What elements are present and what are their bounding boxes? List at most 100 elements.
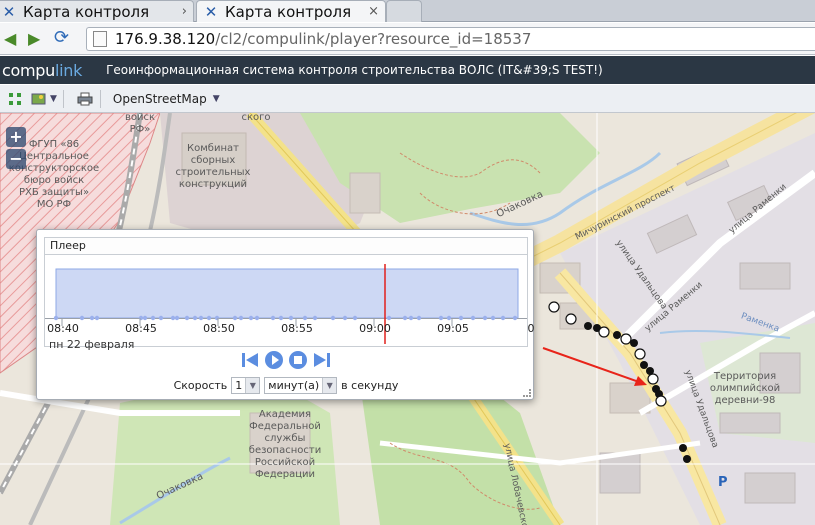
base-layer-select[interactable]: OpenStreetMap — [113, 92, 207, 106]
browser-navbar: ◀ ▶ ⟳ 176.9.38.120/cl2/compulink/player?… — [0, 23, 815, 55]
timeline-event-marker — [512, 315, 518, 321]
timeline-tick-label: 09:00 — [359, 322, 391, 335]
tab-title: Карта контроля — [23, 2, 150, 21]
toolbar-divider — [99, 89, 101, 108]
timeline-event-marker — [288, 315, 294, 321]
new-tab-button[interactable] — [386, 0, 422, 22]
timeline-event-marker — [278, 315, 284, 321]
speed-suffix: в секунду — [341, 378, 399, 392]
timeline-event-marker — [53, 315, 59, 321]
route-point-visited — [634, 348, 646, 360]
route-point-visited — [647, 373, 659, 385]
timeline-tick-label: 08:50 — [203, 322, 235, 335]
timeline-event-marker — [402, 315, 408, 321]
timeline-event-marker — [342, 315, 348, 321]
timeline-tick-label: 08:45 — [125, 322, 157, 335]
player-controls — [37, 349, 535, 371]
stop-icon[interactable] — [288, 350, 308, 370]
extent-icon[interactable] — [6, 90, 24, 108]
timeline-tick-label: 0 — [527, 322, 535, 335]
timeline-event-marker — [270, 315, 276, 321]
route-point-visited — [598, 326, 610, 338]
timeline-event-marker — [408, 315, 414, 321]
timeline-tick-label: 09:05 — [437, 322, 469, 335]
chevron-down-icon[interactable]: ▼ — [322, 377, 337, 393]
timeline-event-marker — [138, 315, 144, 321]
timeline-tick-label: 08:40 — [47, 322, 79, 335]
route-point-visited — [548, 301, 560, 313]
speed-row: Скорость 1 ▼ минут(а) ▼ в секунду — [37, 375, 535, 395]
speed-value-select[interactable]: 1 ▼ — [231, 376, 261, 394]
timeline-event-marker — [248, 315, 254, 321]
toolbar-divider — [62, 89, 64, 108]
print-icon[interactable] — [76, 90, 94, 108]
route-point-visited — [620, 333, 632, 345]
timeline-event-marker — [89, 315, 95, 321]
route-point — [584, 322, 592, 330]
app-header: compulink Геоинформационная система конт… — [0, 56, 815, 84]
play-icon[interactable] — [264, 350, 284, 370]
speed-label: Скорость — [173, 378, 228, 392]
timeline-event-marker — [482, 315, 488, 321]
timeline-event-marker — [330, 315, 336, 321]
route-point — [630, 339, 638, 347]
direction-arrow-line — [542, 347, 643, 384]
timeline-event-marker — [158, 315, 164, 321]
timeline-event-marker — [500, 315, 506, 321]
timeline-event-marker — [170, 315, 176, 321]
tab-overflow-icon: › — [181, 4, 187, 19]
resize-grip-icon[interactable] — [523, 389, 531, 397]
timeline-event-marker — [302, 315, 308, 321]
timeline-event-marker — [232, 315, 238, 321]
skip-start-icon[interactable] — [240, 350, 260, 370]
route-point — [613, 331, 621, 339]
browser-tabstrip: ✕ Карта контроля › ✕ Карта контроля × — [0, 0, 815, 22]
address-bar[interactable]: 176.9.38.120/cl2/compulink/player?resour… — [86, 27, 815, 51]
timeline-tick-label: 08:55 — [281, 322, 313, 335]
skip-end-icon[interactable] — [312, 350, 332, 370]
timeline-event-marker — [94, 315, 100, 321]
timeline-event-marker — [470, 315, 476, 321]
player-timeline[interactable]: 08:40 08:45 08:50 08:55 09:00 09:05 0 пн 22 фе… — [45, 256, 535, 351]
chevron-down-icon[interactable]: ▼ — [50, 94, 57, 104]
chevron-down-icon[interactable]: ▼ — [245, 377, 260, 393]
reload-icon[interactable]: ⟳ — [54, 27, 69, 48]
player-panel: Плеер 08:40 08:45 08:50 08:55 09:00 09:05 0 пн… — [44, 237, 535, 351]
timeline-event-marker — [206, 315, 212, 321]
browser-tab-1[interactable]: ✕ Карта контроля › — [0, 0, 194, 22]
map-toolbar: ▼ OpenStreetMap ▼ — [0, 85, 815, 113]
player-dialog[interactable]: Плеер 08:40 08:45 08:50 08:55 09:00 09:05 0 пн… — [36, 229, 535, 400]
route-point — [683, 455, 691, 463]
timeline-event-marker — [490, 315, 496, 321]
timeline-event-marker — [198, 315, 204, 321]
browser-tab-2[interactable]: ✕ Карта контроля × — [196, 0, 386, 22]
app-title: Геоинформационная система контроля строи… — [106, 63, 603, 77]
timeline-event-marker — [238, 315, 244, 321]
timeline-event-marker — [352, 315, 358, 321]
route-point — [679, 444, 687, 452]
url-text: 176.9.38.120/cl2/compulink/player?resour… — [115, 30, 532, 48]
timeline-event-marker — [254, 315, 260, 321]
route-point — [640, 361, 648, 369]
route-point-visited — [565, 313, 577, 325]
timeline-event-marker — [214, 315, 220, 321]
timeline-area — [55, 268, 519, 319]
timeline-event-marker — [192, 315, 198, 321]
layers-icon[interactable] — [30, 90, 48, 108]
forward-arrow-icon[interactable]: ▶ — [28, 29, 40, 48]
close-tab-icon[interactable]: × — [368, 4, 379, 19]
route-points — [548, 301, 691, 463]
timeline-event-marker — [142, 315, 148, 321]
timeline-event-marker — [458, 315, 464, 321]
back-arrow-icon[interactable]: ◀ — [4, 29, 16, 48]
compulink-favicon-icon: ✕ — [204, 2, 218, 21]
route-point-visited — [655, 395, 667, 407]
timeline-event-marker — [184, 315, 190, 321]
chevron-down-icon[interactable]: ▼ — [213, 94, 220, 104]
timeline-event-marker — [386, 315, 392, 321]
timeline-event-marker — [438, 315, 444, 321]
timeline-event-marker — [150, 315, 156, 321]
timeline-event-marker — [312, 315, 318, 321]
timeline-event-marker — [416, 315, 422, 321]
speed-unit-select[interactable]: минут(а) ▼ — [264, 376, 338, 394]
